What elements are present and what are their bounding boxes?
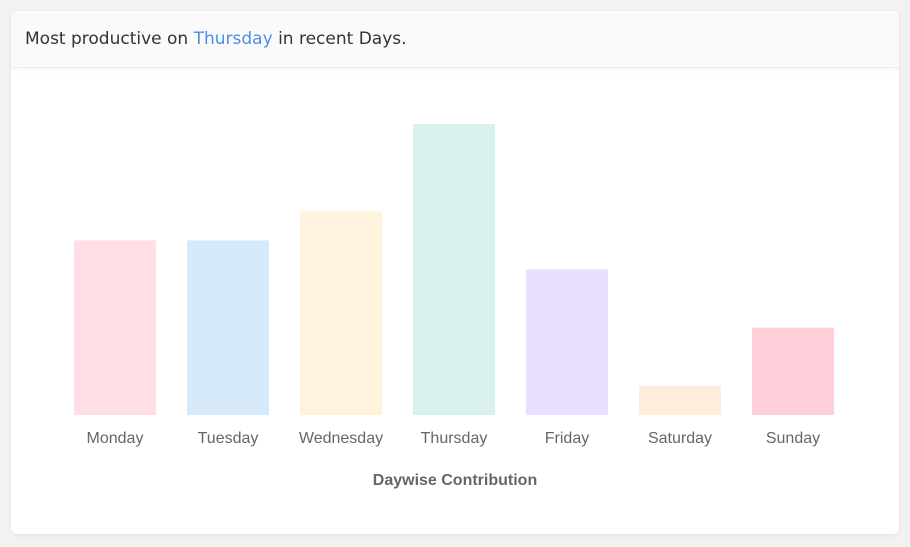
x-tick-label-friday: Friday bbox=[545, 430, 589, 447]
daywise-bar-chart: Monday Tuesday Wednesday Thursday Friday Satu… bbox=[74, 124, 834, 489]
x-tick-label-thursday: Thursday bbox=[421, 430, 488, 447]
bar-tuesday[interactable] bbox=[187, 240, 269, 415]
chart-container: Monday Tuesday Wednesday Thursday Friday Satu… bbox=[11, 11, 899, 534]
bars-group bbox=[74, 124, 834, 415]
x-axis-title: Daywise Contribution bbox=[373, 472, 537, 489]
bar-thursday[interactable] bbox=[413, 124, 495, 415]
x-tick-label-sunday: Sunday bbox=[766, 430, 820, 447]
bar-saturday[interactable] bbox=[639, 385, 721, 415]
x-tick-label-wednesday: Wednesday bbox=[299, 430, 383, 447]
bar-monday[interactable] bbox=[74, 240, 156, 415]
x-tick-labels: Monday Tuesday Wednesday Thursday Friday Satu… bbox=[87, 430, 821, 447]
bar-friday[interactable] bbox=[526, 269, 608, 416]
x-tick-label-tuesday: Tuesday bbox=[198, 430, 259, 447]
bar-wednesday[interactable] bbox=[300, 211, 382, 415]
x-tick-label-saturday: Saturday bbox=[648, 430, 712, 447]
x-tick-label-monday: Monday bbox=[87, 430, 144, 447]
bar-sunday[interactable] bbox=[752, 327, 834, 415]
productivity-card: Most productive on Thursday in recent Da… bbox=[11, 11, 899, 534]
